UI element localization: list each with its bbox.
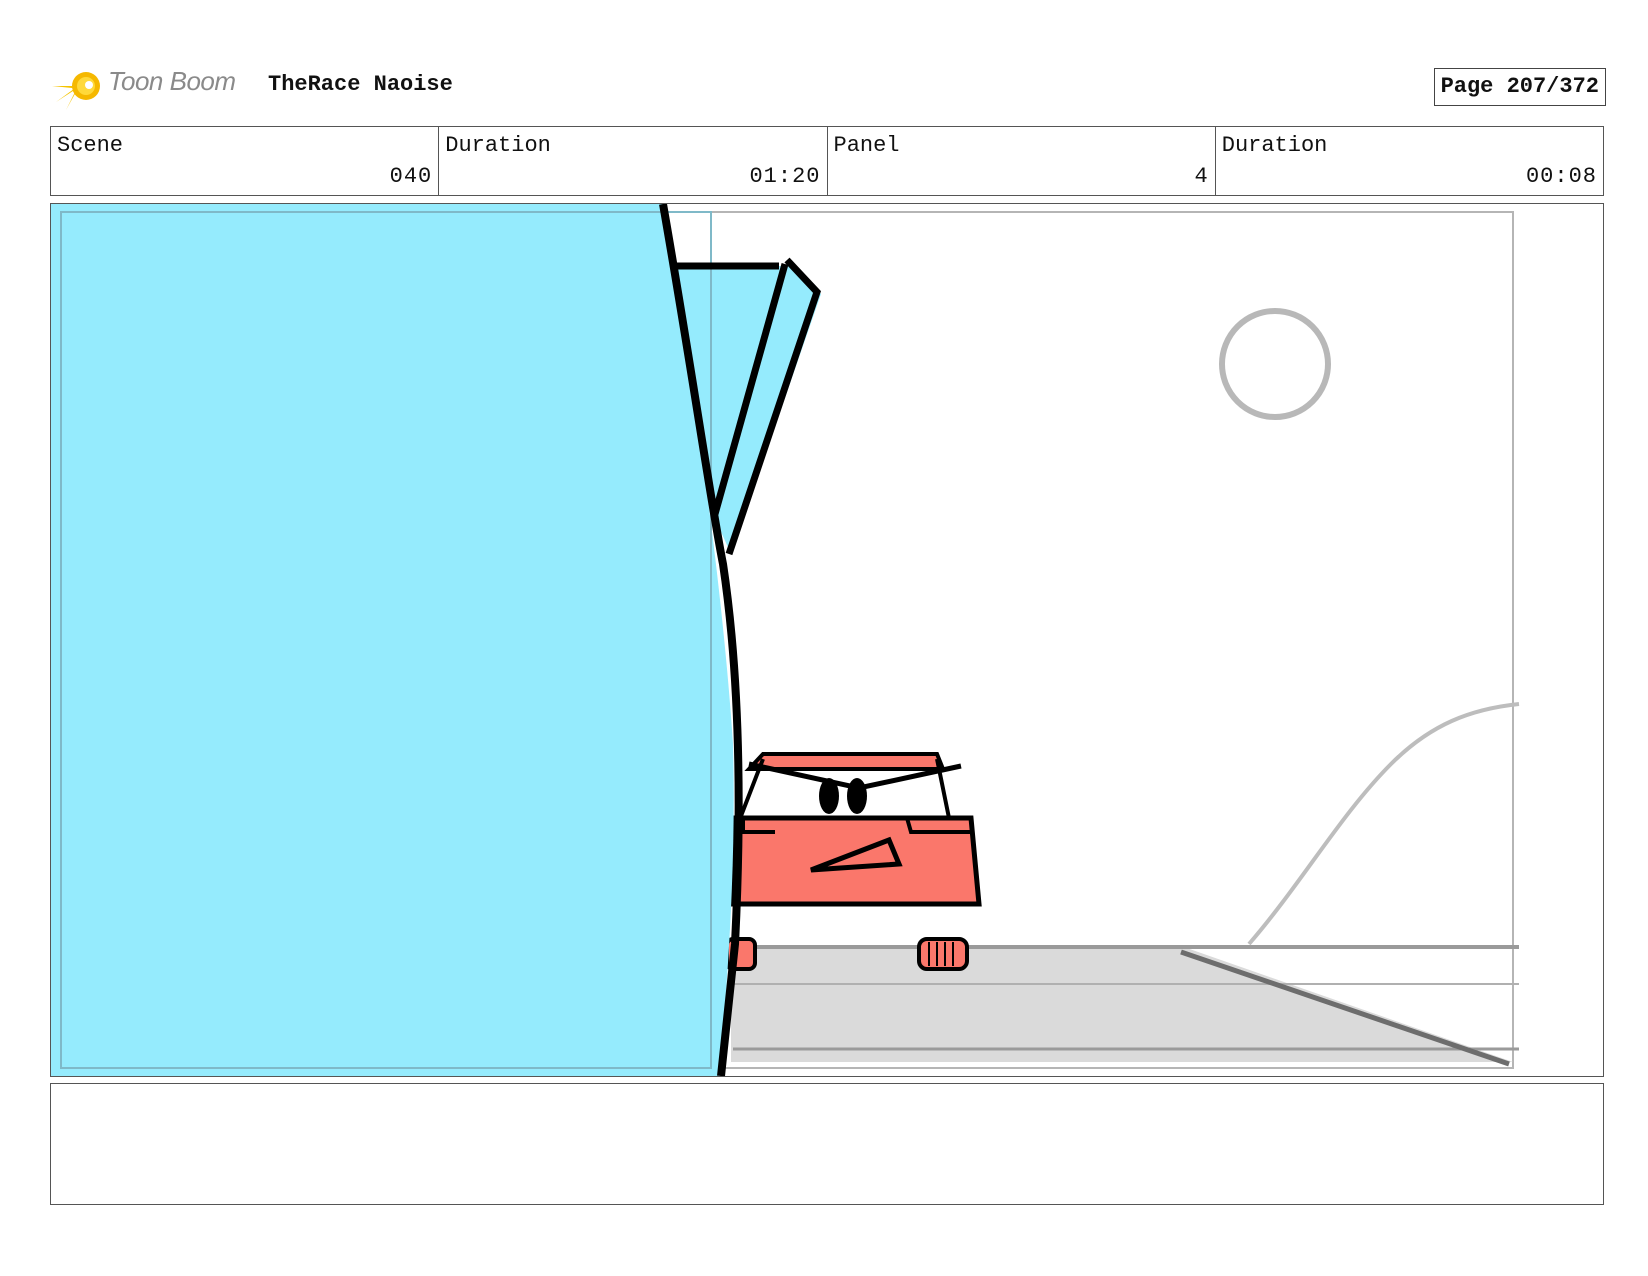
page-header: Toon Boom TheRace Naoise Page 207/372 [50, 58, 1606, 114]
car-wheel-right [917, 937, 969, 971]
panel-duration-cell: Duration 00:08 [1216, 127, 1603, 195]
scene-value: 040 [389, 164, 433, 189]
red-car [725, 752, 982, 971]
panel-info-table: Scene 040 Duration 01:20 Panel 4 Duratio… [50, 126, 1604, 196]
panel-duration-label: Duration [1221, 133, 1328, 158]
car-eye-right [847, 778, 867, 814]
scene-label: Scene [57, 133, 124, 158]
toon-boom-logo-icon [52, 62, 100, 110]
road-shape [731, 946, 1513, 1062]
panel-label: Panel [833, 133, 900, 158]
storyboard-panel [50, 203, 1604, 1077]
car-eye-left [819, 778, 839, 814]
panel-drawing [51, 204, 1520, 1076]
scene-duration-value: 01:20 [749, 164, 821, 189]
scene-duration-cell: Duration 01:20 [439, 127, 828, 195]
panel-notes-box [50, 1083, 1604, 1205]
scene-cell: Scene 040 [51, 127, 440, 195]
panel-duration-value: 00:08 [1525, 164, 1597, 189]
project-title: TheRace Naoise [268, 72, 453, 97]
sun-outline [1219, 308, 1331, 420]
brand-name: Toon Boom [108, 66, 236, 96]
panel-cell: Panel 4 [828, 127, 1216, 195]
car-roof [744, 752, 946, 771]
scene-duration-label: Duration [445, 133, 551, 158]
panel-value: 4 [1194, 164, 1209, 189]
hill-outline [1247, 702, 1520, 946]
page-number: Page 207/372 [1433, 68, 1606, 106]
blue-wall [51, 204, 734, 1076]
